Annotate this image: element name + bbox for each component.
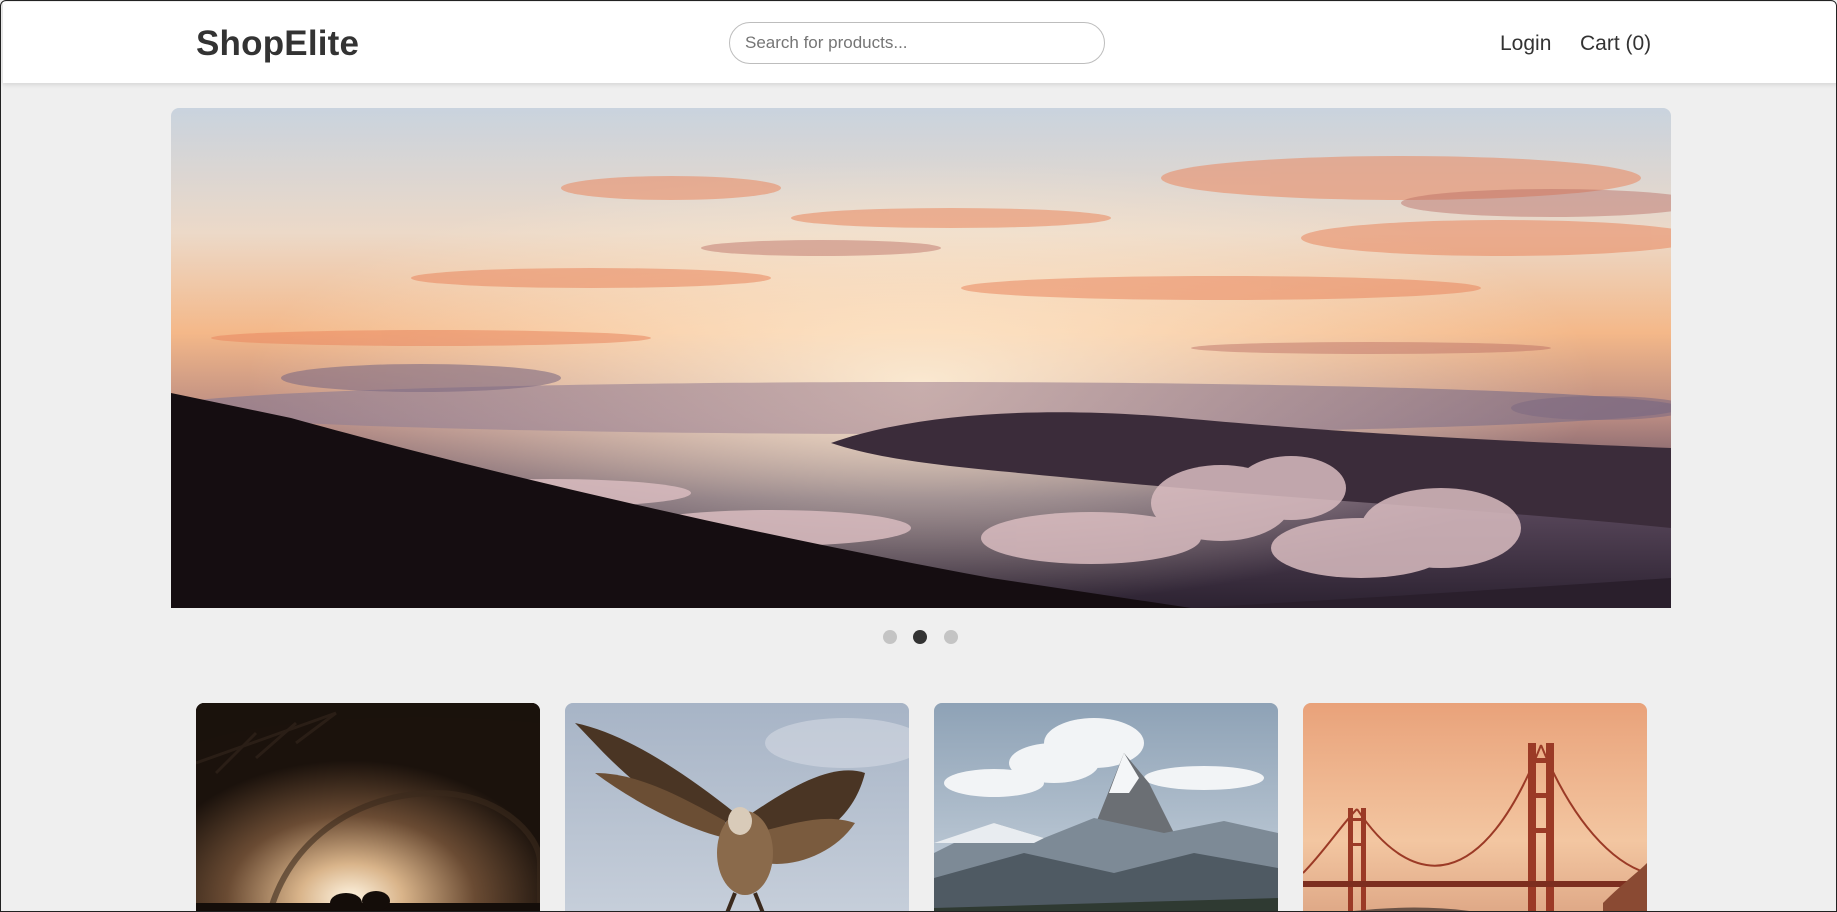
concert-stage-image <box>196 703 540 911</box>
product-card-3[interactable] <box>934 703 1278 911</box>
carousel-dot-1[interactable] <box>883 630 897 644</box>
product-card-1[interactable] <box>196 703 540 911</box>
hero-carousel-slide[interactable] <box>171 108 1671 608</box>
vulture-image <box>565 703 909 911</box>
cart-link[interactable]: Cart (0) <box>1580 32 1651 56</box>
carousel-dot-3[interactable] <box>944 630 958 644</box>
mountain-peak-image <box>934 703 1278 911</box>
login-link[interactable]: Login <box>1500 32 1551 56</box>
site-header: ShopElite Login Cart (0) <box>3 2 1836 83</box>
search-input[interactable] <box>729 22 1105 64</box>
sunset-clouds-image <box>171 108 1671 608</box>
carousel-indicators <box>1 630 1836 645</box>
site-logo[interactable]: ShopElite <box>196 24 359 64</box>
product-card-4[interactable] <box>1303 703 1647 911</box>
product-card-2[interactable] <box>565 703 909 911</box>
golden-gate-bridge-image <box>1303 703 1647 911</box>
browser-viewport: ShopElite Login Cart (0) <box>0 0 1837 912</box>
carousel-dot-2-active[interactable] <box>913 630 927 644</box>
